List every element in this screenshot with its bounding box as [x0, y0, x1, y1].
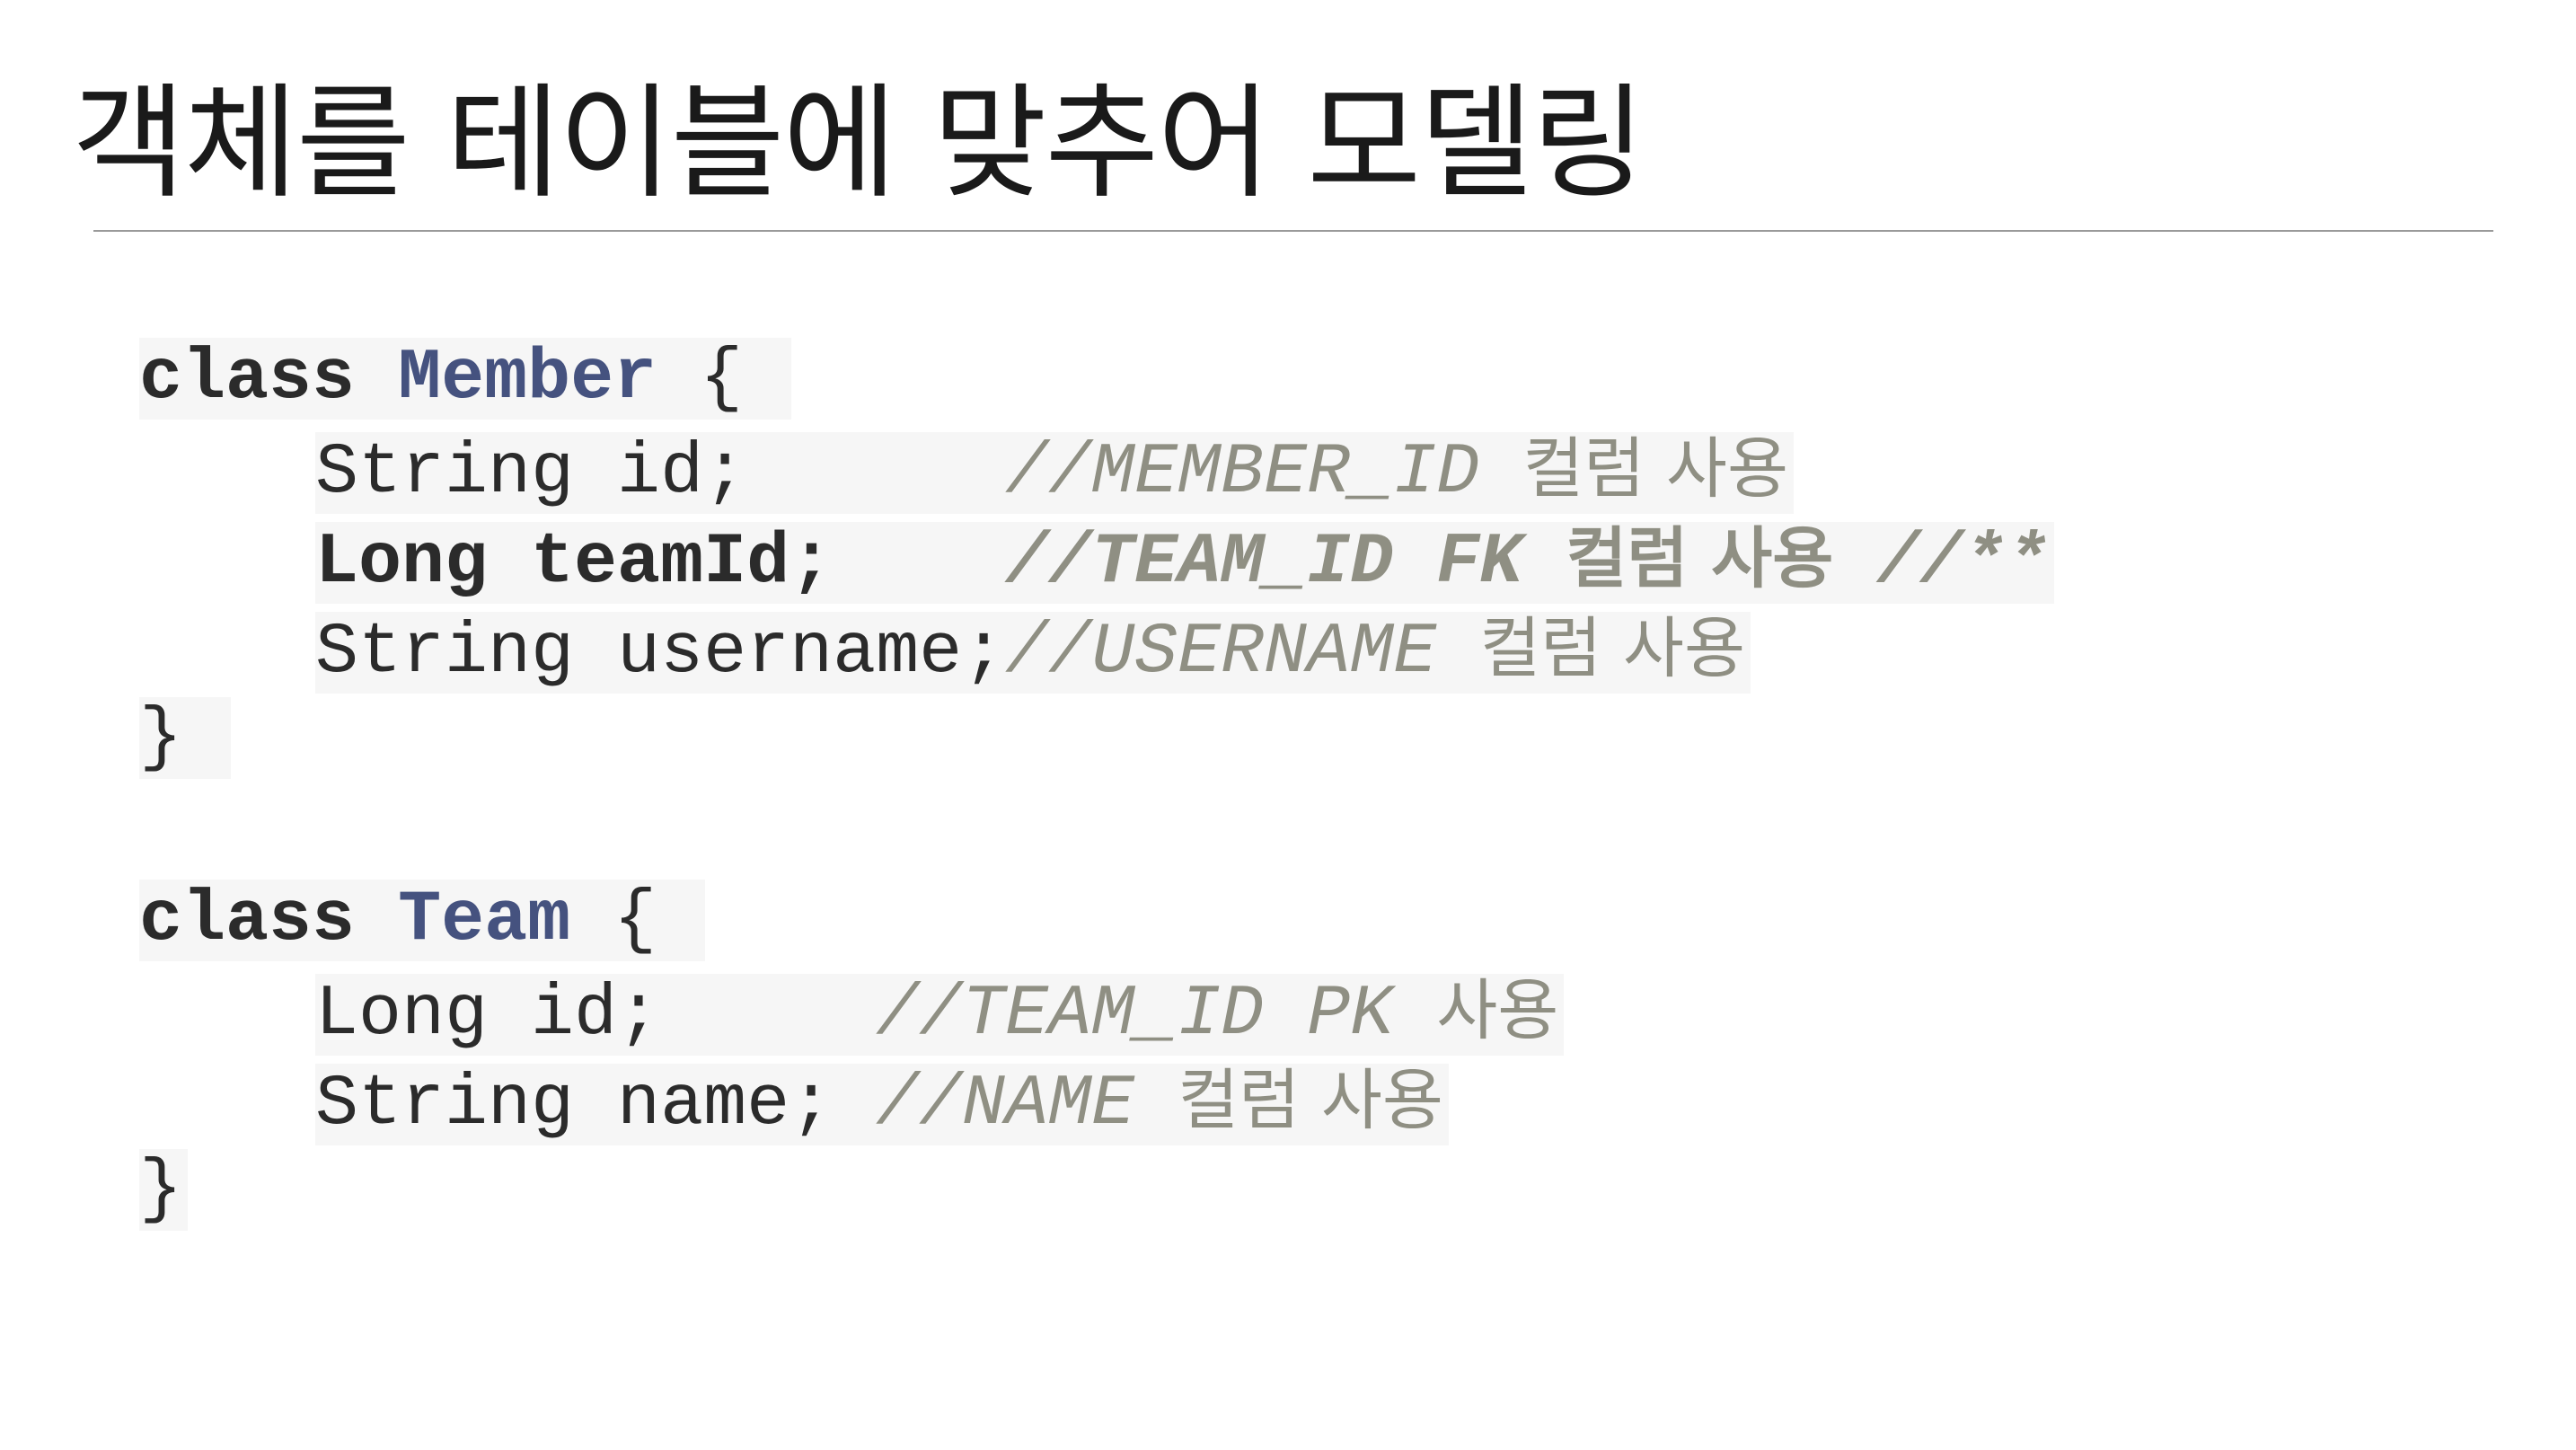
close-brace: }: [139, 1149, 183, 1231]
member-code-block: class Member { String id; //MEMBER_ID 컬럼…: [139, 334, 2055, 783]
field-declaration: String name;: [315, 1064, 834, 1145]
field-comment: //NAME: [876, 1064, 1135, 1145]
team-code-block: class Team { Long id; //TEAM_ID PK 사용 St…: [139, 876, 1565, 1235]
field-declaration: String id;: [315, 432, 747, 514]
code-line-close-brace: }: [139, 1145, 1564, 1235]
open-brace: {: [700, 338, 744, 420]
field-comment: //USERNAME: [1005, 612, 1437, 694]
keyword-class: class: [139, 338, 356, 420]
slide: 객체를 테이블에 맞추어 모델링 class Member { String i…: [0, 0, 2576, 1450]
code-line-field-username: String username;//USERNAME 컬럼 사용: [139, 604, 2054, 694]
field-comment-marker: //**: [1876, 522, 2050, 604]
code-line-close-brace: }: [139, 694, 2054, 783]
class-name-member: Member: [398, 338, 657, 420]
code-line-field-id: Long id; //TEAM_ID PK 사용: [139, 966, 1565, 1056]
field-comment-korean-highlighted: 컬럼 사용: [1566, 520, 1834, 597]
slide-title: 객체를 테이블에 맞추어 모델링: [72, 71, 1645, 216]
code-line-class-team: class Team {: [139, 876, 1564, 966]
keyword-class: class: [139, 880, 356, 961]
field-comment-korean: 컬럼 사용: [1479, 610, 1746, 687]
field-comment: //TEAM_ID PK: [876, 974, 1394, 1056]
title-divider: [93, 230, 2493, 232]
field-comment-highlighted: //TEAM_ID FK: [1005, 522, 1523, 604]
code-line-field-id: String id; //MEMBER_ID 컬럼 사용: [139, 424, 2054, 514]
close-brace: }: [139, 697, 183, 779]
field-declaration: Long id;: [315, 974, 661, 1056]
class-name-team: Team: [398, 880, 571, 961]
field-comment-korean: 컬럼 사용: [1522, 430, 1789, 508]
field-comment-korean: 컬럼 사용: [1178, 1062, 1444, 1139]
field-declaration: String username;: [315, 612, 1006, 694]
code-line-class-member: class Member {: [139, 334, 2054, 424]
code-line-field-name: String name; //NAME 컬럼 사용: [139, 1056, 1564, 1145]
field-comment-korean: 사용: [1436, 972, 1559, 1049]
code-line-field-teamid: Long teamId; //TEAM_ID FK 컬럼 사용 //**: [139, 514, 2055, 604]
field-declaration-highlighted: Long teamId;: [315, 522, 834, 604]
field-comment: //MEMBER_ID: [1005, 432, 1480, 514]
open-brace: {: [613, 880, 657, 961]
